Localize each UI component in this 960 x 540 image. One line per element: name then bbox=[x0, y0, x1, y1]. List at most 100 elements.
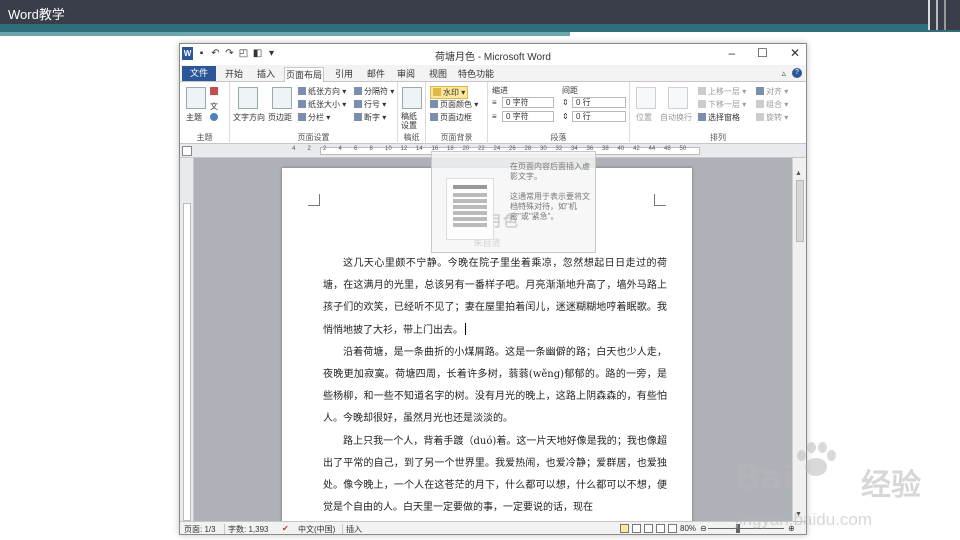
full-screen-reading-icon[interactable] bbox=[632, 524, 641, 533]
paragraph-1[interactable]: 这几天心里颇不宁静。今晚在院子里坐着乘凉，忽然想起日日走过的荷塘，在这满月的光里… bbox=[323, 253, 667, 342]
bring-forward-label: 上移一层 bbox=[708, 87, 740, 96]
position-icon[interactable] bbox=[636, 87, 656, 109]
ruler-number: 50 bbox=[679, 146, 687, 152]
orientation-button[interactable]: 纸张方向 ▾ bbox=[298, 86, 346, 97]
tab-mailings[interactable]: 邮件 bbox=[362, 67, 390, 82]
tab-references[interactable]: 引用 bbox=[330, 67, 358, 82]
outline-icon[interactable] bbox=[656, 524, 665, 533]
close-button[interactable]: ✕ bbox=[790, 46, 800, 60]
zoom-level[interactable]: 80% bbox=[680, 524, 696, 533]
ruler-number: 10 bbox=[385, 146, 392, 152]
theme-colors-icon[interactable] bbox=[210, 87, 220, 96]
draft-icon[interactable] bbox=[668, 524, 677, 533]
theme-effects-icon[interactable] bbox=[210, 113, 220, 122]
scrollbar-thumb[interactable] bbox=[796, 180, 804, 242]
tab-special-features[interactable]: 特色功能 bbox=[456, 67, 496, 82]
position-button[interactable]: 位置 bbox=[636, 112, 652, 123]
margins-icon[interactable] bbox=[272, 87, 292, 109]
selection-pane-label: 选择窗格 bbox=[708, 113, 740, 122]
paragraph-3[interactable]: 路上只我一个人，背着手踱（duó)着。这一片天地好像是我的；我也像超出了平常的自… bbox=[323, 431, 667, 520]
tab-review[interactable]: 审阅 bbox=[392, 67, 420, 82]
ruler-number: 2 bbox=[323, 146, 327, 152]
proofing-icon[interactable]: ✔ bbox=[282, 524, 289, 533]
align-button[interactable]: 对齐 ▾ bbox=[756, 86, 788, 97]
spacing-title: 间距 bbox=[562, 86, 578, 95]
paragraph-2[interactable]: 沿着荷塘，是一条曲折的小煤屑路。这是一条幽僻的路；白天也少人走，夜晚更加寂寞。荷… bbox=[323, 342, 667, 431]
tab-selector-icon[interactable] bbox=[182, 146, 192, 156]
align-label: 对齐 bbox=[766, 87, 782, 96]
selection-pane-button[interactable]: 选择窗格 bbox=[698, 112, 740, 123]
tab-page-layout[interactable]: 页面布局 bbox=[284, 67, 324, 83]
group-draft-paper: 稿纸设置 稿纸 bbox=[398, 82, 426, 144]
ruler-number: 8 bbox=[369, 146, 373, 152]
text-direction-button[interactable]: 文字方向 bbox=[233, 112, 265, 123]
indent-right-input[interactable]: 0 字符 bbox=[502, 111, 554, 122]
draft-paper-icon[interactable] bbox=[402, 87, 422, 109]
page-borders-label: 页面边框 bbox=[440, 113, 472, 122]
status-separator bbox=[224, 524, 225, 534]
group-draft-label: 稿纸 bbox=[403, 133, 420, 142]
text-direction-icon[interactable] bbox=[238, 87, 258, 109]
insert-mode-status[interactable]: 插入 bbox=[346, 524, 362, 534]
page-borders-button[interactable]: 页面边框 bbox=[430, 112, 472, 123]
print-layout-icon[interactable] bbox=[620, 524, 629, 533]
breaks-button[interactable]: 分隔符 ▾ bbox=[354, 86, 394, 97]
view-buttons bbox=[620, 524, 677, 533]
send-backward-button[interactable]: 下移一层 ▾ bbox=[698, 99, 746, 110]
wrap-text-icon[interactable] bbox=[668, 87, 688, 109]
text-cursor bbox=[465, 322, 466, 335]
rotate-button[interactable]: 旋转 ▾ bbox=[756, 112, 788, 123]
group-paragraph: 缩进 间距 ≡ 0 字符 ≡ 0 字符 ⇕ 0 行 ⇕ 0 行 段落 bbox=[488, 82, 630, 144]
language-status[interactable]: 中文(中国) bbox=[298, 524, 335, 534]
watermark-tooltip: 在页面内容后面插入虚影文字。 这通常用于表示要将文档特殊对待，如"机密"或"紧急… bbox=[431, 151, 596, 253]
watermark-button[interactable]: 水印 ▾ bbox=[430, 86, 469, 99]
indent-left-input[interactable]: 0 字符 bbox=[502, 97, 554, 108]
minimize-button[interactable]: – bbox=[728, 46, 735, 60]
status-separator bbox=[342, 524, 343, 534]
title-bar: W ▪ ↶ ↷ ◰ ◧ ▾ 荷塘月色 - Microsoft Word – ☐ … bbox=[180, 44, 806, 65]
word-count[interactable]: 字数: 1,393 bbox=[228, 524, 268, 534]
web-layout-icon[interactable] bbox=[644, 524, 653, 533]
screenshot-root: Word教学 W ▪ ↶ ↷ ◰ ◧ ▾ 荷塘月色 - Microsoft Wo… bbox=[0, 0, 960, 540]
group-button[interactable]: 组合 ▾ bbox=[756, 99, 788, 110]
group-page-setup-label: 页面设置 bbox=[297, 133, 330, 142]
bring-forward-button[interactable]: 上移一层 ▾ bbox=[698, 86, 746, 97]
watermark-label: 水印 bbox=[443, 88, 459, 97]
group-arrange: 位置 自动换行 上移一层 ▾ 下移一层 ▾ 选择窗格 对齐 ▾ 组合 ▾ 旋转 … bbox=[630, 82, 806, 144]
tab-home[interactable]: 开始 bbox=[220, 67, 248, 82]
tooltip-line-1: 在页面内容后面插入虚影文字。 bbox=[510, 162, 590, 181]
hyphenation-button[interactable]: 断字 ▾ bbox=[354, 112, 386, 123]
wrap-text-button[interactable]: 自动换行 bbox=[660, 112, 692, 123]
theme-button-label[interactable]: 主题 bbox=[186, 112, 202, 123]
margins-button[interactable]: 页边距 bbox=[268, 112, 292, 123]
draft-paper-button[interactable]: 稿纸设置 bbox=[401, 112, 423, 130]
tab-insert[interactable]: 插入 bbox=[252, 67, 280, 82]
zoom-out-icon[interactable]: ⊖ bbox=[700, 524, 707, 533]
slide-title: Word教学 bbox=[8, 7, 65, 22]
theme-fonts-icon[interactable]: 文 bbox=[210, 101, 218, 112]
line-numbers-button[interactable]: 行号 ▾ bbox=[354, 99, 386, 110]
scroll-up-icon[interactable]: ▲ bbox=[795, 170, 802, 177]
vertical-ruler[interactable] bbox=[180, 158, 194, 522]
spacing-after-input[interactable]: 0 行 bbox=[572, 111, 626, 122]
tab-file[interactable]: 文件 bbox=[182, 66, 216, 81]
size-button[interactable]: 纸张大小 ▾ bbox=[298, 99, 346, 110]
document-body[interactable]: 这几天心里颇不宁静。今晚在院子里坐着乘凉，忽然想起日日走过的荷塘，在这满月的光里… bbox=[323, 253, 667, 519]
paragraph-1-text: 这几天心里颇不宁静。今晚在院子里坐着乘凉，忽然想起日日走过的荷塘，在这满月的光里… bbox=[323, 258, 667, 336]
baidu-jingyan-watermark: Bai 经验 jingyan.baidu.com bbox=[735, 436, 955, 536]
collapse-ribbon-icon[interactable]: ▵ bbox=[781, 68, 786, 79]
watermark-preview-thumbnail bbox=[446, 178, 494, 240]
tab-view[interactable]: 视图 bbox=[424, 67, 452, 82]
columns-button[interactable]: 分栏 ▾ bbox=[298, 112, 330, 123]
maximize-button[interactable]: ☐ bbox=[757, 46, 768, 60]
spacing-before-input[interactable]: 0 行 bbox=[572, 97, 626, 108]
page-count[interactable]: 页面: 1/3 bbox=[184, 524, 216, 534]
rotate-label: 旋转 bbox=[766, 113, 782, 122]
group-page-setup: 文字方向 页边距 纸张方向 ▾ 纸张大小 ▾ 分栏 ▾ 分隔符 ▾ 行号 ▾ 断… bbox=[230, 82, 398, 144]
group-paragraph-label: 段落 bbox=[550, 133, 567, 142]
theme-icon[interactable] bbox=[186, 87, 206, 109]
word-window: W ▪ ↶ ↷ ◰ ◧ ▾ 荷塘月色 - Microsoft Word – ☐ … bbox=[179, 43, 807, 535]
help-icon[interactable]: ? bbox=[792, 68, 802, 78]
slide-band bbox=[0, 24, 960, 32]
page-color-button[interactable]: 页面颜色 ▾ bbox=[430, 99, 478, 110]
